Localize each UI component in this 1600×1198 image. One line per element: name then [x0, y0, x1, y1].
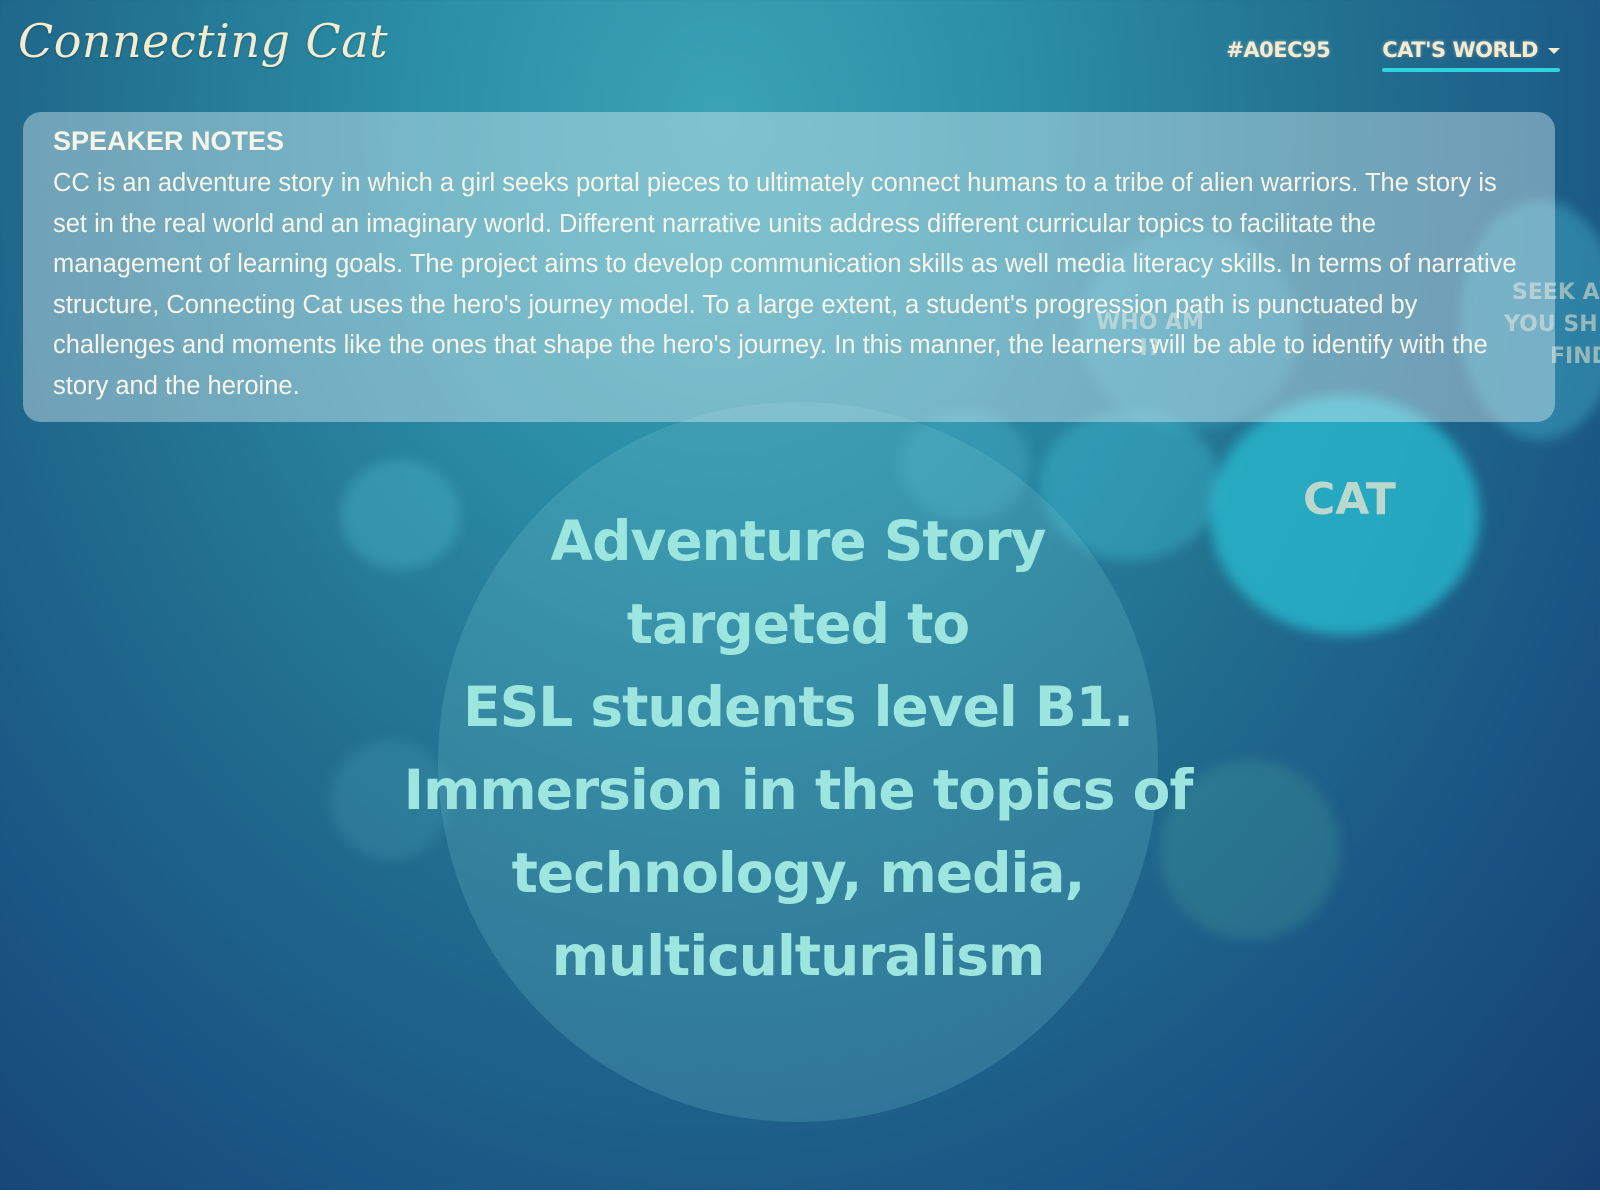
speaker-notes-panel: SPEAKER NOTES CC is an adventure story i…	[23, 112, 1555, 422]
main-line: Adventure Story	[550, 509, 1047, 573]
find-label: FIND	[1550, 344, 1600, 369]
nav-cats-world-label: CAT'S WORLD	[1382, 38, 1538, 62]
speaker-notes-title: SPEAKER NOTES	[53, 126, 285, 156]
top-nav: #A0EC95 CAT'S WORLD	[1226, 38, 1560, 72]
speaker-notes-body: CC is an adventure story in which a girl…	[53, 169, 1517, 400]
main-line: multiculturalism	[551, 924, 1046, 988]
cat-label: CAT	[1303, 474, 1396, 525]
main-statement: Adventure Story targeted to ESL students…	[398, 500, 1198, 998]
nav-cats-world-dropdown[interactable]: CAT'S WORLD	[1382, 38, 1560, 72]
active-underline	[1382, 68, 1560, 72]
main-line: ESL students level B1.	[463, 675, 1134, 739]
main-line: technology, media,	[511, 841, 1086, 905]
chevron-down-icon	[1548, 48, 1560, 54]
bottom-strip	[0, 1190, 1600, 1198]
main-line: targeted to	[626, 592, 970, 656]
main-line: Immersion in the topics of	[403, 758, 1194, 822]
app-logo[interactable]: Connecting Cat	[18, 14, 388, 68]
nav-hex-link[interactable]: #A0EC95	[1226, 38, 1330, 62]
